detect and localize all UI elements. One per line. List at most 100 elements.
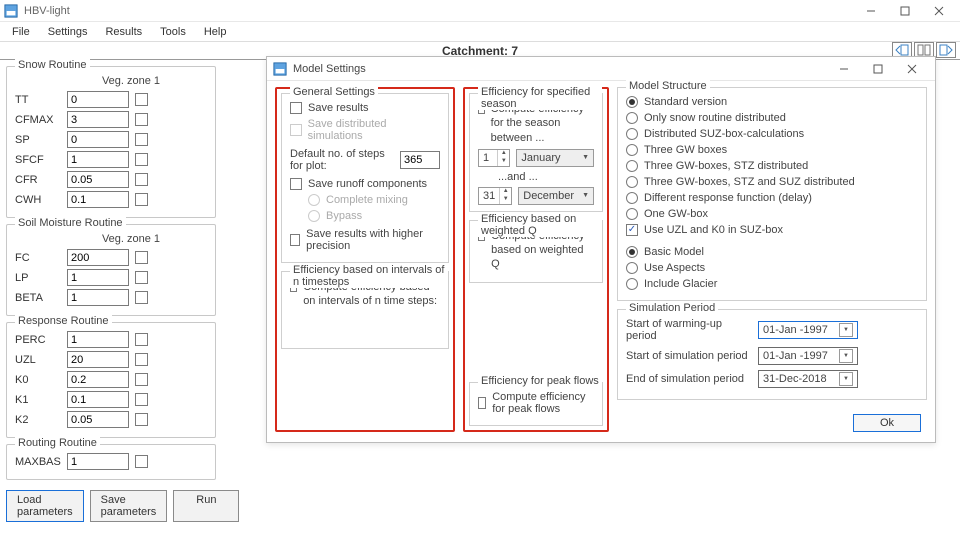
- menu-tools[interactable]: Tools: [152, 24, 194, 40]
- complete-mixing-label: Complete mixing: [326, 194, 408, 206]
- season-and-label: ...and ...: [498, 171, 594, 183]
- app-icon: [4, 4, 18, 18]
- model-settings-dialog: Model Settings General Settings Save res…: [266, 56, 936, 443]
- structure-radio-6[interactable]: [626, 192, 638, 204]
- maxbas-input[interactable]: [67, 453, 129, 470]
- next-catchment-button[interactable]: [936, 42, 956, 58]
- structure-radio-5[interactable]: [626, 176, 638, 188]
- simstart-label: Start of simulation period: [626, 350, 752, 362]
- structure-radio-3[interactable]: [626, 144, 638, 156]
- default-steps-input[interactable]: [400, 151, 440, 169]
- group-legend: Simulation Period: [626, 302, 718, 314]
- dialog-minimize-button[interactable]: [827, 58, 861, 80]
- save-dist-checkbox: [290, 124, 302, 136]
- app-titlebar: HBV-light: [0, 0, 960, 22]
- structure-label: Different response function (delay): [644, 192, 812, 204]
- routing-routine-group: Routing Routine MAXBAS: [6, 444, 216, 480]
- chevron-down-icon: ▼: [839, 372, 853, 386]
- param-label: SFCF: [15, 154, 61, 166]
- fc-checkbox[interactable]: [135, 251, 148, 264]
- cwh-input[interactable]: [67, 191, 129, 208]
- app-title: HBV-light: [24, 5, 70, 17]
- fc-input[interactable]: [67, 249, 129, 266]
- save-parameters-button[interactable]: Save parameters: [90, 490, 168, 522]
- lp-checkbox[interactable]: [135, 271, 148, 284]
- k1-checkbox[interactable]: [135, 393, 148, 406]
- dialog-maximize-button[interactable]: [861, 58, 895, 80]
- k0-input[interactable]: [67, 371, 129, 388]
- k0-checkbox[interactable]: [135, 373, 148, 386]
- minimize-button[interactable]: [854, 0, 888, 22]
- param-label: TT: [15, 94, 61, 106]
- simend-date-input[interactable]: 31-Dec-2018▼: [758, 370, 858, 388]
- structure-label: Standard version: [644, 96, 727, 108]
- param-label: CWH: [15, 194, 61, 206]
- ok-button[interactable]: Ok: [853, 414, 921, 432]
- cfr-input[interactable]: [67, 171, 129, 188]
- season-to-day[interactable]: 31▲▼: [478, 187, 512, 205]
- run-button[interactable]: Run: [173, 490, 239, 522]
- simstart-date-input[interactable]: 01-Jan -1997▼: [758, 347, 858, 365]
- param-label: K1: [15, 394, 61, 406]
- uzl-checkbox[interactable]: [626, 224, 638, 236]
- sp-checkbox[interactable]: [135, 133, 148, 146]
- group-legend: Efficiency for specified season: [478, 86, 602, 110]
- menu-settings[interactable]: Settings: [40, 24, 96, 40]
- structure-radio-4[interactable]: [626, 160, 638, 172]
- menu-results[interactable]: Results: [97, 24, 150, 40]
- snow-routine-group: Snow Routine Veg. zone 1 TT CFMAX SP SFC…: [6, 66, 216, 218]
- sfcf-checkbox[interactable]: [135, 153, 148, 166]
- save-runoff-label: Save runoff components: [308, 178, 427, 190]
- perc-input[interactable]: [67, 331, 129, 348]
- save-precision-checkbox[interactable]: [290, 234, 300, 246]
- uzl-checkbox[interactable]: [135, 353, 148, 366]
- efficiency-weightedq-group: Efficiency based on weighted Q Compute e…: [469, 220, 603, 283]
- save-runoff-checkbox[interactable]: [290, 178, 302, 190]
- close-button[interactable]: [922, 0, 956, 22]
- group-legend: Efficiency based on intervals of n times…: [290, 264, 448, 288]
- param-label: UZL: [15, 354, 61, 366]
- season-from-month[interactable]: January▼: [516, 149, 594, 167]
- model-radio-2[interactable]: [626, 278, 638, 290]
- model-radio-0[interactable]: [626, 246, 638, 258]
- group-legend: Efficiency for peak flows: [478, 375, 602, 387]
- peak-checkbox[interactable]: [478, 397, 486, 409]
- tt-checkbox[interactable]: [135, 93, 148, 106]
- model-radio-1[interactable]: [626, 262, 638, 274]
- season-from-day[interactable]: 1▲▼: [478, 149, 510, 167]
- maximize-button[interactable]: [888, 0, 922, 22]
- cfr-checkbox[interactable]: [135, 173, 148, 186]
- structure-radio-7[interactable]: [626, 208, 638, 220]
- structure-radio-0[interactable]: [626, 96, 638, 108]
- k2-checkbox[interactable]: [135, 413, 148, 426]
- k1-input[interactable]: [67, 391, 129, 408]
- season-column: Efficiency for specified season Compute …: [463, 87, 609, 432]
- beta-input[interactable]: [67, 289, 129, 306]
- menu-file[interactable]: File: [4, 24, 38, 40]
- perc-checkbox[interactable]: [135, 333, 148, 346]
- season-to-month[interactable]: December▼: [518, 187, 594, 205]
- lp-input[interactable]: [67, 269, 129, 286]
- menu-help[interactable]: Help: [196, 24, 235, 40]
- model-label: Include Glacier: [644, 278, 717, 290]
- beta-checkbox[interactable]: [135, 291, 148, 304]
- maxbas-checkbox[interactable]: [135, 455, 148, 468]
- structure-radio-1[interactable]: [626, 112, 638, 124]
- param-label: CFR: [15, 174, 61, 186]
- warmup-date-input[interactable]: 01-Jan -1997▼: [758, 321, 858, 339]
- efficiency-peak-group: Efficiency for peak flows Compute effici…: [469, 382, 603, 426]
- cwh-checkbox[interactable]: [135, 193, 148, 206]
- uzl-input[interactable]: [67, 351, 129, 368]
- cfmax-input[interactable]: [67, 111, 129, 128]
- structure-radio-2[interactable]: [626, 128, 638, 140]
- sfcf-input[interactable]: [67, 151, 129, 168]
- k2-input[interactable]: [67, 411, 129, 428]
- structure-label: Three GW-boxes, STZ distributed: [644, 160, 808, 172]
- cfmax-checkbox[interactable]: [135, 113, 148, 126]
- sp-input[interactable]: [67, 131, 129, 148]
- dialog-close-button[interactable]: [895, 58, 929, 80]
- save-results-checkbox[interactable]: [290, 102, 302, 114]
- group-legend: General Settings: [290, 86, 378, 98]
- tt-input[interactable]: [67, 91, 129, 108]
- load-parameters-button[interactable]: Load parameters: [6, 490, 84, 522]
